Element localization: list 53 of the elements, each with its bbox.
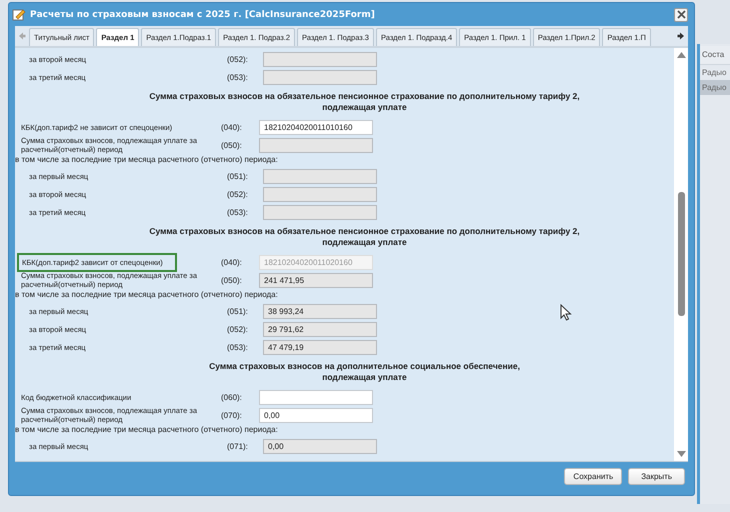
field-code: (052):	[227, 324, 249, 334]
field-code: (050):	[221, 276, 243, 284]
input-field[interactable]	[263, 70, 377, 84]
field-code: (053):	[227, 208, 249, 216]
input-field[interactable]: 38 993,24	[263, 304, 377, 318]
input-field[interactable]	[263, 52, 377, 66]
field-code: (053):	[227, 72, 249, 82]
input-field[interactable]: 241 471,95	[259, 272, 373, 288]
input-field[interactable]	[263, 186, 377, 202]
dialog-button[interactable]: Закрыть	[628, 468, 685, 485]
field-code: (070):	[221, 410, 243, 420]
vertical-scrollbar[interactable]	[674, 48, 688, 461]
arrow-right-icon[interactable]	[677, 32, 685, 40]
section-heading: подлежащая уплате	[322, 372, 407, 383]
scroll-down-icon[interactable]	[676, 451, 686, 457]
input-field[interactable]	[259, 390, 373, 404]
input-field[interactable]	[263, 168, 377, 184]
section-heading: Сумма страховых взносов на обязательное пенсионное страхование по дополнительному тарифу 2,	[149, 226, 580, 237]
field-code: (052):	[227, 54, 249, 64]
section-heading: подлежащая уплате	[322, 102, 407, 113]
pencil-note-icon	[12, 8, 26, 21]
field-code: (060):	[221, 392, 243, 402]
dialog-button[interactable]: Сохранить	[564, 468, 622, 485]
window-title: Расчеты по страховым взносам с 2025 г. [CalcInsurance2025Form]	[30, 10, 376, 20]
section-heading: Сумма страховых взносов на дополнительное социальное обеспечение,	[209, 361, 520, 372]
field-code: (051):	[227, 172, 249, 180]
input-field[interactable]	[263, 204, 377, 220]
scroll-up-icon[interactable]	[676, 52, 686, 58]
field-code: (050):	[221, 140, 243, 150]
scrollbar-thumb[interactable]	[678, 192, 684, 316]
input-field[interactable]: 18210204020011010160	[259, 120, 373, 134]
field-code: (040):	[221, 258, 243, 266]
input-field[interactable]: 0,00	[263, 438, 377, 454]
arrow-left-icon[interactable]	[18, 32, 26, 40]
field-code: (071):	[227, 442, 249, 450]
note-text: в том числе за последние три месяца расчетного (отчетного) периода:	[15, 290, 278, 299]
note-text: в том числе за последние три месяца расчетного (отчетного) периода:	[15, 155, 278, 164]
close-icon[interactable]	[676, 10, 686, 19]
field-code: (053):	[227, 342, 249, 352]
input-field[interactable]: 0,00	[259, 408, 373, 422]
field-code: (040):	[221, 122, 243, 132]
background-row[interactable]: Радыо	[700, 65, 730, 80]
background-column-header: Соста	[700, 46, 730, 65]
section-heading: Сумма страховых взносов на обязательное пенсионное страхование по дополнительному тарифу 2,	[149, 91, 580, 102]
field-code: (052):	[227, 190, 249, 198]
mouse-pointer-icon	[560, 304, 572, 321]
close-button[interactable]	[674, 8, 688, 22]
input-field[interactable]	[259, 138, 373, 152]
input-field[interactable]: 29 791,62	[263, 322, 377, 336]
section-heading: подлежащая уплате	[322, 237, 407, 248]
input-field[interactable]: 47 479,19	[263, 340, 377, 354]
note-text: в том числе за последние три месяца расчетного (отчетного) периода:	[15, 425, 278, 434]
field-code: (051):	[227, 306, 249, 316]
